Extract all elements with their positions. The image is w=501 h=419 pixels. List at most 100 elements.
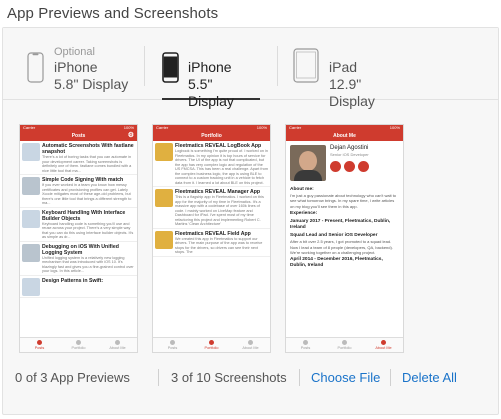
nav-bar: Posts ⚙ (20, 131, 137, 141)
post-excerpt: If you ever worked in a team you know ho… (42, 183, 132, 205)
about-icon (248, 340, 253, 345)
post-thumbnail (22, 143, 40, 161)
post-title: Keyboard Handling With Interface Builder… (42, 209, 126, 222)
app-tab-label: Portfolio (337, 346, 352, 350)
posts-icon (170, 340, 175, 345)
app-tab-label: About Me (242, 346, 259, 350)
tab-display-size: 5.5" Display (188, 76, 234, 109)
posts-icon (303, 340, 308, 345)
section-title: App Previews and Screenshots (7, 5, 219, 22)
post-title: Design Patterns in Swift: (42, 277, 104, 284)
portfolio-icon (342, 340, 347, 345)
ipad-icon (293, 48, 319, 83)
app-tab-about: About Me (98, 338, 137, 352)
post-list: Automatic Screenshots With fastlane snap… (20, 141, 137, 339)
app-tab-posts: Posts (286, 338, 325, 352)
gear-icon: ⚙ (127, 132, 134, 139)
optional-label: Optional (54, 46, 95, 58)
device-tabs: Optional iPhone 5.8" Display iPhone 5.5"… (3, 28, 498, 109)
list-item: Keyboard Handling With Interface Builder… (20, 208, 137, 242)
about-content: Dejan Agostini Senior iOS Developer Abou… (286, 141, 403, 339)
screenshot-about[interactable]: Carrier 100% About Me Dejan Agostini Seni… (285, 124, 404, 353)
previews-panel: Optional iPhone 5.8" Display iPhone 5.5"… (2, 27, 499, 415)
tab-device-name: iPhone (188, 59, 232, 75)
posts-icon (37, 340, 42, 345)
screenshots-count: 3 of 10 Screenshots (171, 370, 287, 385)
job-description: After a bit over 2.5 years, I got promot… (290, 239, 393, 256)
about-icon (115, 340, 120, 345)
nav-title: About Me (333, 133, 356, 139)
previews-count: 0 of 3 App Previews (15, 370, 130, 385)
tab-device-name: iPhone (54, 59, 98, 75)
list-item: Automatic Screenshots With fastlane snap… (20, 141, 137, 175)
post-thumbnail (22, 277, 40, 296)
app-tab-portfolio: Portfolio (325, 338, 364, 352)
post-thumbnail (22, 177, 40, 195)
linkedin-icon (358, 161, 369, 172)
app-icon (155, 143, 173, 161)
app-tab-portfolio: Portfolio (192, 338, 231, 352)
app-tab-posts: Posts (20, 338, 59, 352)
app-tab-about: About Me (364, 338, 403, 352)
nav-bar: About Me (286, 131, 403, 141)
footer-divider (299, 369, 300, 386)
experience-heading: Experience: (290, 211, 318, 217)
github-icon (344, 161, 355, 172)
list-item: Fleetmatics REVEAL Manager App This is a … (153, 187, 270, 229)
profile-name: Dejan Agostini (330, 145, 369, 151)
post-thumbnail (22, 243, 40, 262)
app-tab-label: Posts (167, 346, 178, 350)
list-item: Design Patterns in Swift: (20, 276, 137, 298)
footer-divider (158, 369, 159, 386)
delete-all-button[interactable]: Delete All (402, 370, 457, 385)
project-description: Logbook is something I'm quite proud of.… (175, 149, 268, 185)
app-tab-bar: Posts Portfolio About Me (20, 337, 137, 352)
choose-file-button[interactable]: Choose File (311, 370, 380, 385)
tab-device-name: iPad (329, 59, 358, 75)
app-tab-label: Posts (34, 346, 45, 350)
post-title: Debugging on iOS With Unified Logging Sy… (42, 243, 119, 256)
tab-divider (277, 46, 278, 86)
app-tab-about: About Me (231, 338, 270, 352)
tab-ipad-12-9[interactable]: iPad 12.9" Display (293, 28, 403, 109)
list-item: Debugging on iOS With Unified Logging Sy… (20, 242, 137, 276)
post-excerpt: Unified logging system is a relatively n… (42, 255, 134, 274)
post-title: Automatic Screenshots With fastlane snap… (42, 143, 134, 155)
screenshot-posts[interactable]: Carrier 100% Posts ⚙ Automatic Screenshots… (19, 124, 138, 353)
app-icon (155, 189, 173, 207)
portfolio-list: Fleetmatics REVEAL LogBook App Logbook is… (153, 141, 270, 339)
portfolio-icon (76, 340, 81, 345)
nav-title: Posts (71, 133, 86, 139)
tab-display-size: 12.9" Display (329, 76, 375, 109)
list-item: Fleetmatics REVEAL Field App We created t… (153, 229, 270, 257)
portfolio-icon (209, 340, 214, 345)
panel-footer: 0 of 3 App Previews 3 of 10 Screenshots … (3, 360, 498, 416)
tab-divider (144, 46, 145, 86)
footer-divider (390, 369, 391, 386)
tab-iphone-5-8[interactable]: Optional iPhone 5.8" Display (27, 28, 137, 100)
app-tab-label: Portfolio (204, 346, 219, 350)
app-icon (155, 230, 173, 249)
job-period: January 2017 - Present, Fleetmatics, Dub… (290, 219, 391, 231)
app-tab-label: About Me (375, 346, 392, 350)
app-tab-portfolio: Portfolio (59, 338, 98, 352)
app-tab-bar: Posts Portfolio About Me (286, 337, 403, 352)
about-icon (381, 340, 386, 345)
post-thumbnail (22, 209, 40, 228)
twitter-icon (330, 161, 341, 172)
tab-iphone-5-5[interactable]: iPhone 5.5" Display (162, 28, 260, 109)
avatar (290, 145, 326, 181)
iphone-x-icon (27, 52, 44, 83)
profile-role: Senior iOS Developer (330, 152, 369, 157)
list-item: Fleetmatics REVEAL LogBook App Logbook is… (153, 141, 270, 187)
screenshot-portfolio[interactable]: Carrier 100% Portfolio Fleetmatics REVEAL… (152, 124, 271, 353)
app-tab-label: Posts (300, 346, 311, 350)
project-description: This is a flagship app in Fleetmatics. I… (175, 195, 264, 226)
app-tab-bar: Posts Portfolio About Me (153, 337, 270, 352)
iphone-icon (162, 52, 179, 83)
app-tab-label: Portfolio (71, 346, 86, 350)
screenshot-strip: Carrier 100% Posts ⚙ Automatic Screenshots… (19, 124, 496, 356)
app-tab-posts: Posts (153, 338, 192, 352)
job-period: April 2014 - December 2016, Fleetmatics,… (290, 257, 383, 269)
list-item: Simple Code Signing With match If you eve… (20, 175, 137, 208)
